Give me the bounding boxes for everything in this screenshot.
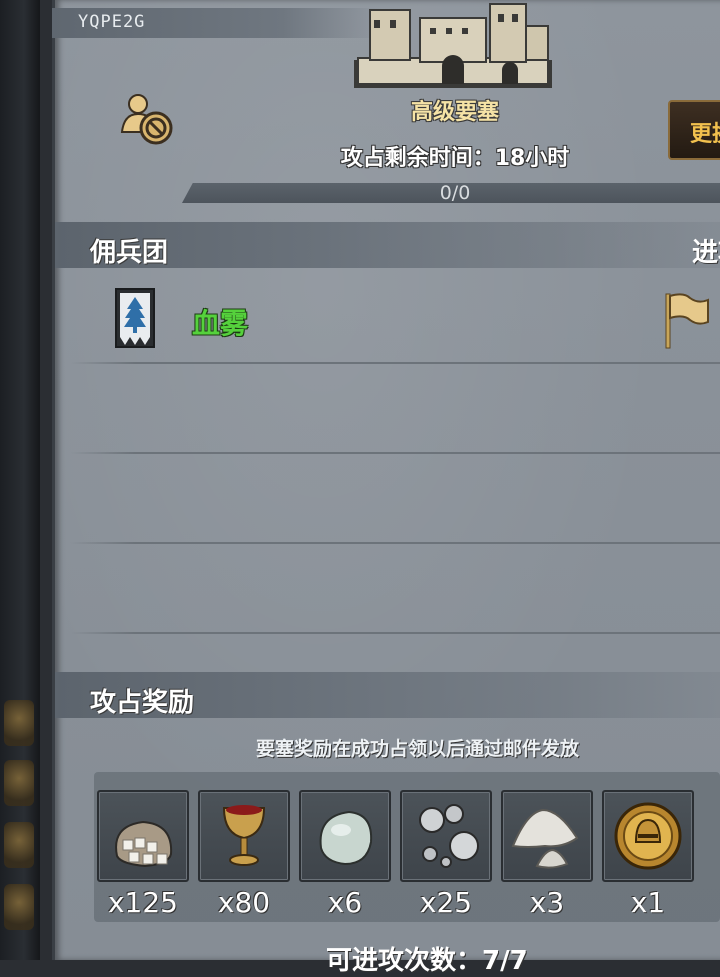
reward-slot[interactable] <box>198 790 290 882</box>
powder-pile-icon <box>511 808 579 869</box>
knight-helmet-medal-icon <box>614 802 682 870</box>
left-sidebar-strip <box>0 0 40 960</box>
reward-quantity: x6 <box>327 886 363 919</box>
player-id: YQPE2G <box>78 12 146 32</box>
reward-slot[interactable] <box>501 790 593 882</box>
reward-slot[interactable] <box>400 790 492 882</box>
row-divider <box>70 542 720 544</box>
rewards-section-title: 攻占奖励 <box>90 688 195 718</box>
reward-quantity: x1 <box>630 886 666 919</box>
no-user-icon[interactable] <box>118 92 176 148</box>
row-divider <box>70 362 720 364</box>
time-remaining: 攻占剩余时间：18小时 <box>340 146 570 171</box>
reward-quantity: x80 <box>217 886 271 919</box>
reward-item[interactable]: x3 <box>501 790 593 919</box>
castle-icon <box>354 3 552 88</box>
sidebar-ornament-icon[interactable] <box>4 822 34 868</box>
row-divider <box>70 632 720 634</box>
silver-orbs-icon <box>419 804 479 868</box>
attack-column-label: 进攻 <box>692 238 720 268</box>
moonstone-icon <box>319 810 373 866</box>
mercenary-name[interactable]: 血雾 <box>192 302 248 342</box>
reward-item[interactable]: x25 <box>400 790 492 919</box>
progress-text: 0/0 <box>439 182 471 204</box>
reward-slot[interactable] <box>602 790 694 882</box>
sidebar-ornament-icon[interactable] <box>4 760 34 806</box>
sidebar-ornament-icon[interactable] <box>4 700 34 746</box>
reward-slot[interactable] <box>97 790 189 882</box>
change-button[interactable]: 更换 <box>668 100 720 160</box>
reward-item[interactable]: x125 <box>97 790 189 919</box>
reward-note: 要塞奖励在成功占领以后通过邮件发放 <box>256 738 580 760</box>
guild-banner-icon <box>115 288 155 348</box>
mercenary-section-title: 佣兵团 <box>90 238 169 268</box>
flag-icon[interactable] <box>660 290 710 350</box>
fortress-name: 高级要塞 <box>410 100 499 125</box>
reward-quantity: x3 <box>529 886 565 919</box>
goblet-icon <box>222 805 266 866</box>
reward-slot[interactable] <box>299 790 391 882</box>
reward-item[interactable]: x80 <box>198 790 290 919</box>
attack-count: 可进攻次数：7/7 <box>326 946 528 976</box>
reward-quantity: x125 <box>107 886 178 919</box>
reward-quantity: x25 <box>419 886 473 919</box>
row-divider <box>70 452 720 454</box>
reward-item[interactable]: x1 <box>602 790 694 919</box>
reward-item[interactable]: x6 <box>299 790 391 919</box>
sugar-sack-icon <box>115 820 173 868</box>
sidebar-ornament-icon[interactable] <box>4 884 34 930</box>
